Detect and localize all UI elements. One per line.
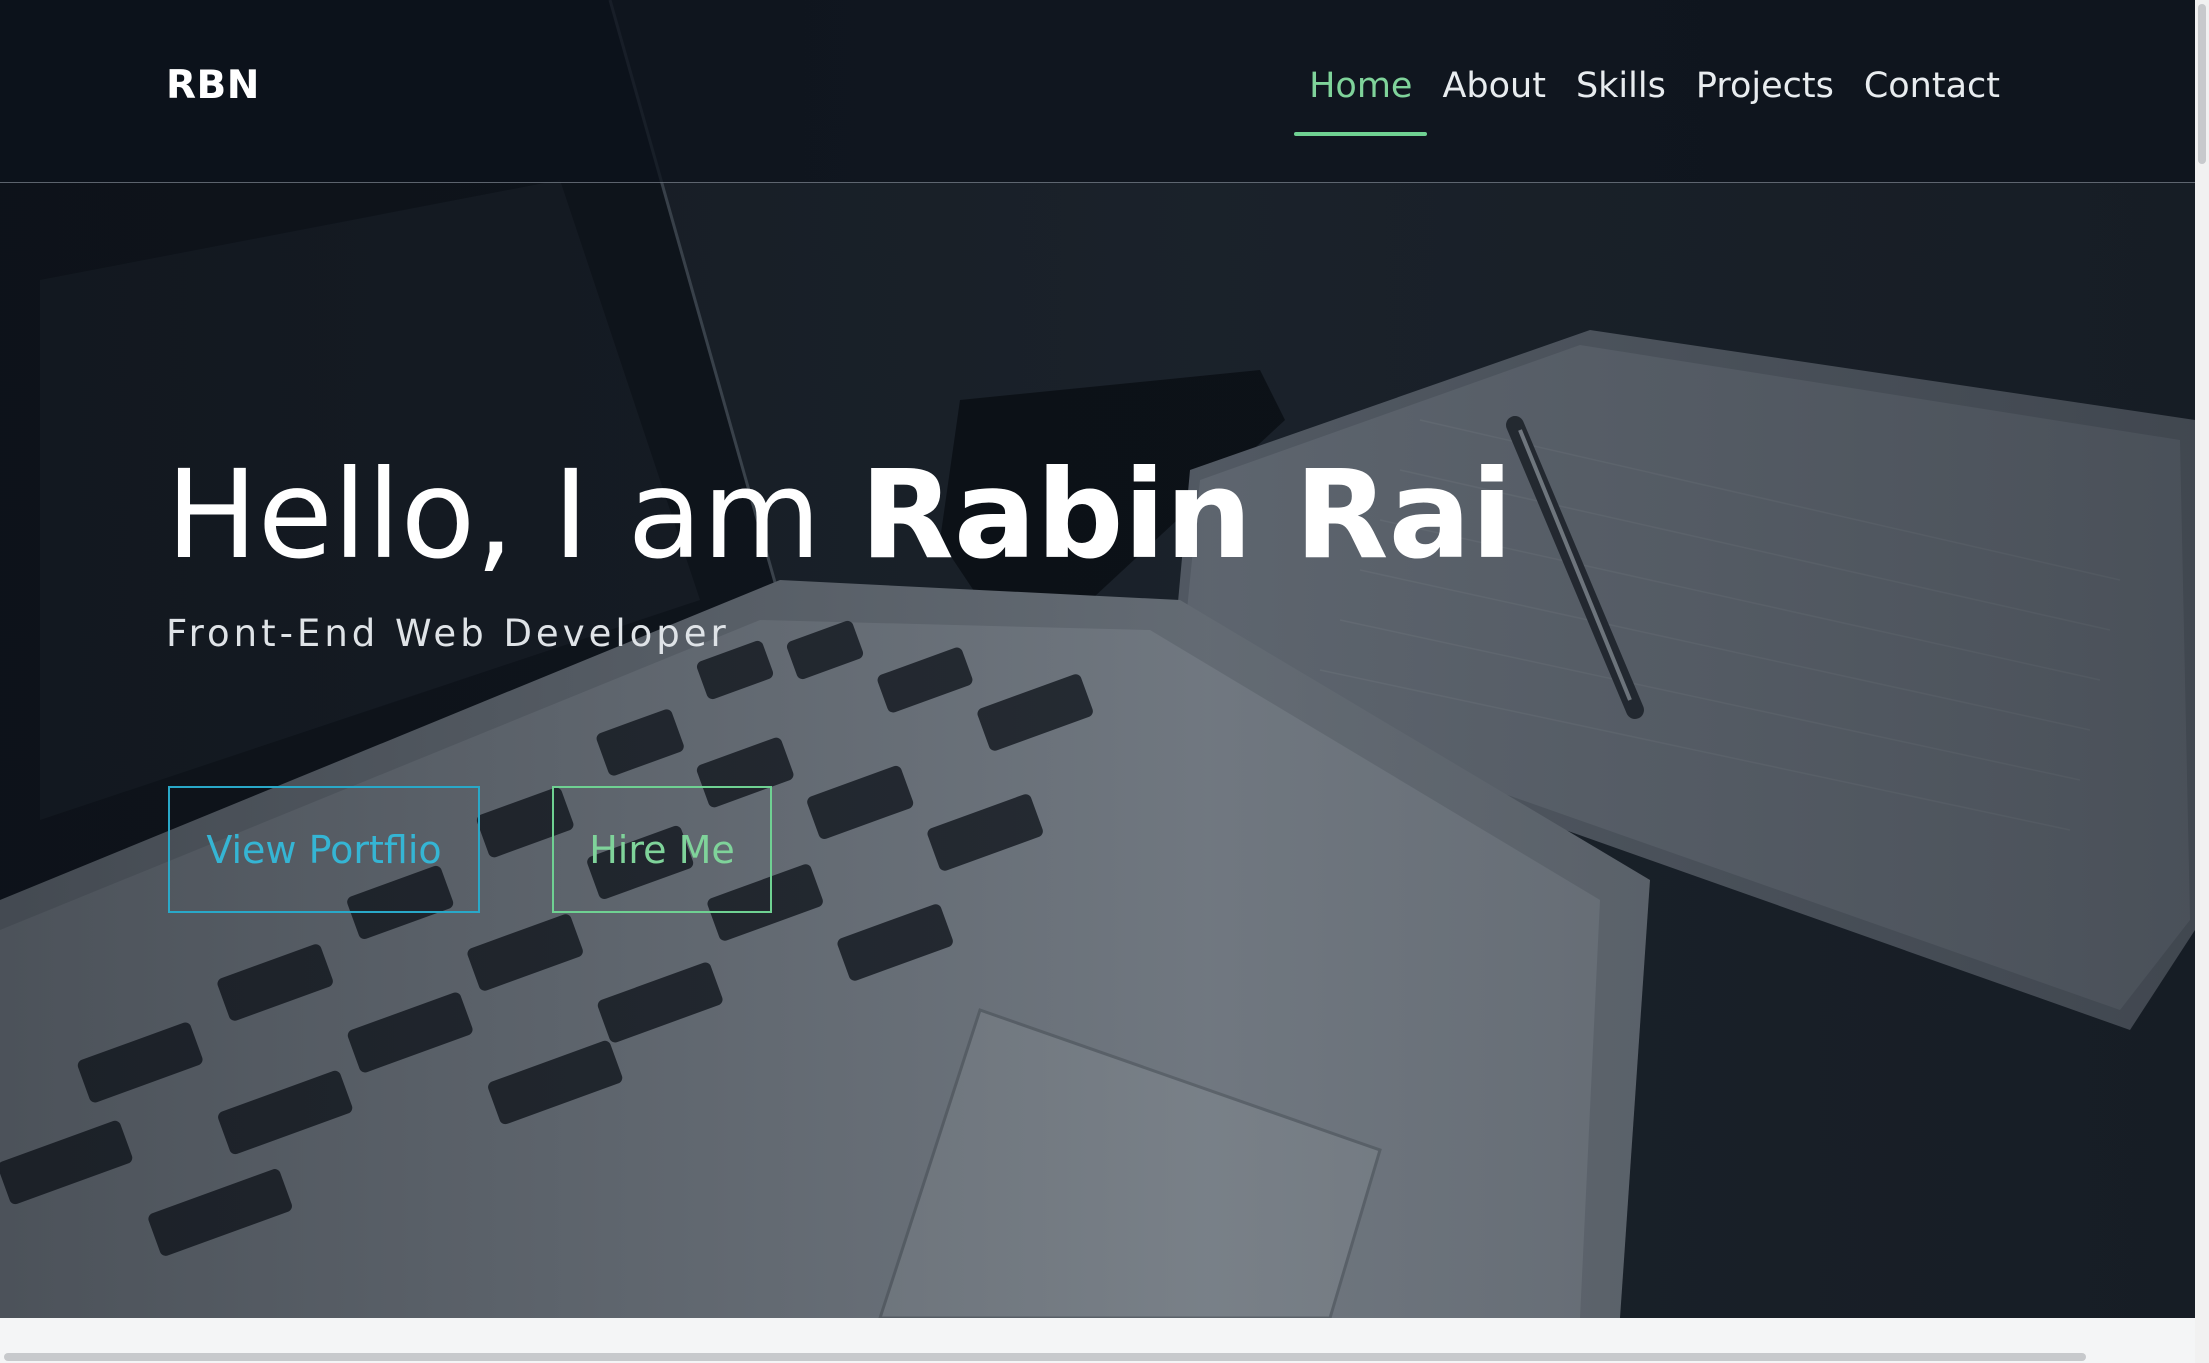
hire-me-button[interactable]: Hire Me <box>552 786 772 913</box>
hero-name: Rabin Rai <box>859 444 1513 586</box>
vertical-scrollbar-thumb[interactable] <box>2198 4 2206 164</box>
view-portfolio-button[interactable]: View Portflio <box>168 786 480 913</box>
brand-logo[interactable]: RBN <box>166 63 260 108</box>
nav-link-projects[interactable]: Projects <box>1681 60 1849 136</box>
hero-headline: Hello, I am Rabin Rai <box>166 440 1513 590</box>
nav-link-about[interactable]: About <box>1427 60 1560 136</box>
nav-link-skills[interactable]: Skills <box>1561 60 1681 136</box>
navbar: RBN Home About Skills Projects Contact <box>0 0 2195 183</box>
hero-greeting: Hello, I am <box>166 444 860 586</box>
nav-link-contact[interactable]: Contact <box>1849 60 2015 136</box>
nav-link-home[interactable]: Home <box>1294 60 1428 136</box>
hero-section: RBN Home About Skills Projects Contact H… <box>0 0 2195 1318</box>
hero-subtitle: Front-End Web Developer <box>166 612 730 655</box>
vertical-scrollbar[interactable] <box>2195 0 2209 1363</box>
nav-links: Home About Skills Projects Contact <box>1294 60 2015 136</box>
horizontal-scrollbar-thumb[interactable] <box>4 1353 2086 1361</box>
hero-overlay <box>0 0 2195 1318</box>
page: RBN Home About Skills Projects Contact H… <box>0 0 2209 1363</box>
